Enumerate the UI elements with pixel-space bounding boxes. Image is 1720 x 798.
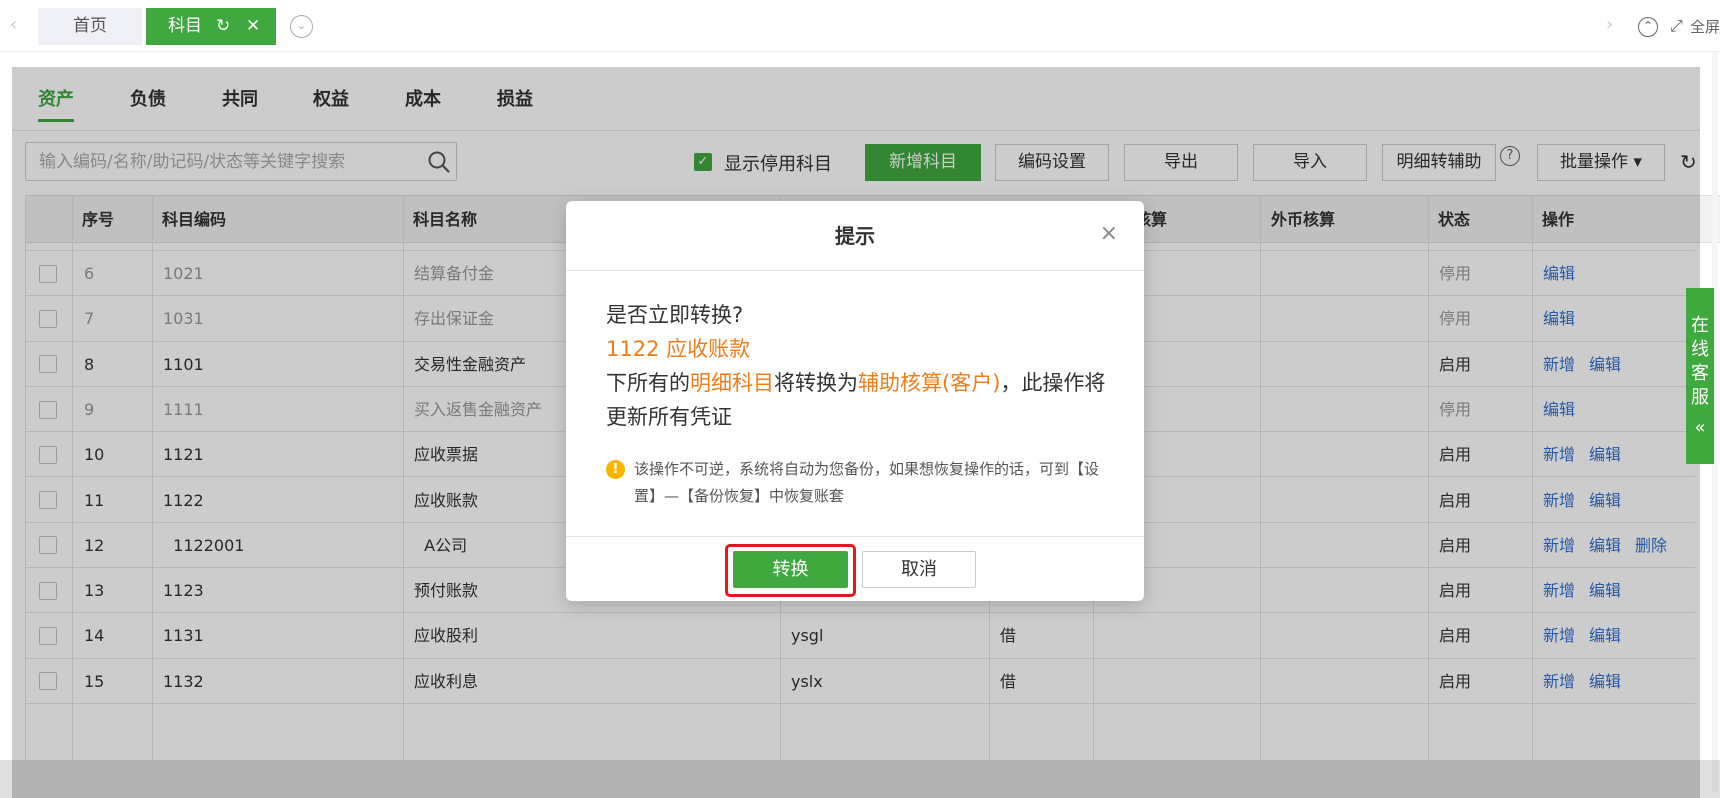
online-service-tab[interactable]: 在 线 客 服 «	[1686, 288, 1714, 464]
tab-subjects-label: 科目	[168, 16, 202, 36]
fullscreen-icon[interactable]: ⤢	[1670, 16, 1683, 36]
dialog-message: 是否立即转换? 1122 应收账款 下所有的明细科目将转换为辅助核算(客户)，此…	[606, 298, 1116, 434]
dialog-description: 下所有的明细科目将转换为辅助核算(客户)，此操作将更新所有凭证	[606, 366, 1116, 434]
dialog-question: 是否立即转换?	[606, 303, 744, 327]
dialog-title: 提示	[566, 201, 1144, 271]
tab-bar: ‹ 首页 科目 ↻ ✕ ⌄ › ⌃ ⤢ 全屏	[0, 0, 1720, 52]
close-icon[interactable]: ×	[1100, 223, 1118, 245]
cancel-button[interactable]: 取消	[862, 551, 976, 588]
scroll-right-icon[interactable]: ›	[1606, 14, 1613, 35]
modal-mask-bottom	[0, 760, 1720, 798]
chevron-down-icon[interactable]: ⌄	[290, 15, 313, 38]
fullscreen-label[interactable]: 全屏	[1690, 16, 1720, 37]
highlight-annotation	[725, 544, 856, 597]
desc-highlight-aux: 辅助核算(客户)	[858, 371, 1001, 395]
warning-text: 该操作不可逆，系统将自动为您备份，如果想恢复操作的话，可到【设置】—【备份恢复】…	[634, 460, 1100, 505]
dialog-account: 1122 应收账款	[606, 337, 751, 361]
desc-highlight-detail: 明细科目	[690, 371, 774, 395]
service-char: 客	[1691, 363, 1709, 384]
collapse-up-icon[interactable]: ⌃	[1638, 17, 1658, 37]
service-char: 线	[1691, 339, 1709, 360]
confirm-dialog: 提示 × 是否立即转换? 1122 应收账款 下所有的明细科目将转换为辅助核算(…	[566, 201, 1144, 601]
desc-prefix: 下所有的	[606, 371, 690, 395]
tab-home[interactable]: 首页	[38, 8, 142, 45]
service-char: 服	[1691, 387, 1709, 408]
service-char: 在	[1691, 315, 1709, 336]
dialog-footer-divider	[566, 536, 1144, 537]
scroll-left-icon[interactable]: ‹	[10, 14, 17, 35]
warning-icon: !	[606, 460, 625, 479]
dialog-warning: ! 该操作不可逆，系统将自动为您备份，如果想恢复操作的话，可到【设置】—【备份恢…	[606, 456, 1116, 510]
desc-mid: 将转换为	[774, 371, 858, 395]
chevron-left-icon: «	[1694, 417, 1706, 438]
tab-subjects[interactable]: 科目 ↻ ✕	[146, 8, 276, 45]
refresh-icon[interactable]: ↻	[216, 8, 230, 45]
close-icon[interactable]: ✕	[246, 8, 260, 45]
